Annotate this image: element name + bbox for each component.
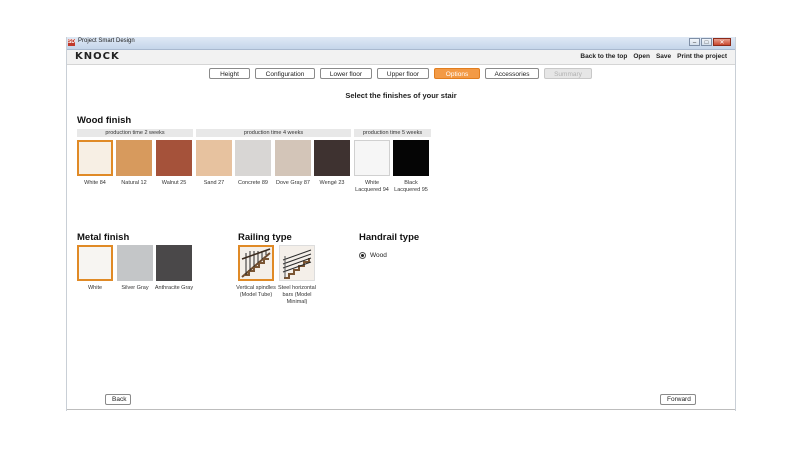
wood-swatch-8[interactable] xyxy=(393,140,429,176)
open-link[interactable]: Open xyxy=(633,53,650,60)
production-band-4-weeks: production time 4 weeks xyxy=(196,129,351,137)
vertical-spindles-icon xyxy=(240,247,272,279)
wood-swatch-label: Walnut 25 xyxy=(161,180,187,186)
wood-swatch-5[interactable] xyxy=(275,140,311,176)
app-header: KNOCK Back to the top Open Save Print th… xyxy=(67,50,735,65)
wood-swatch-label: Sand 27 xyxy=(203,180,225,186)
handrail-wood-radio[interactable]: Wood xyxy=(359,252,387,259)
railing-steel-horizontal-bars-label: Steel horizontal bars (Model Minimal) xyxy=(278,285,316,305)
wood-swatch-4[interactable] xyxy=(235,140,271,176)
radio-selected-icon[interactable] xyxy=(359,252,366,259)
wood-swatch-label: Dove Gray 87 xyxy=(276,180,310,186)
tab-upper-floor[interactable]: Upper floor xyxy=(377,68,429,79)
app-icon: SD xyxy=(68,39,75,46)
railing-steel-horizontal-bars-option[interactable] xyxy=(279,245,315,281)
railing-vertical-spindles-option[interactable] xyxy=(238,245,274,281)
maximize-icon[interactable]: □ xyxy=(701,38,712,46)
wood-swatch-6[interactable] xyxy=(314,140,350,176)
metal-swatch-2[interactable] xyxy=(156,245,192,281)
tab-accessories[interactable]: Accessories xyxy=(485,68,539,79)
tab-height[interactable]: Height xyxy=(209,68,250,79)
wood-swatch-label: White 84 xyxy=(84,180,106,186)
save-link[interactable]: Save xyxy=(656,53,671,60)
bottom-divider xyxy=(67,409,735,410)
wood-swatch-3[interactable] xyxy=(196,140,232,176)
production-band-5-weeks: production time 5 weeks xyxy=(354,129,431,137)
handrail-type-heading: Handrail type xyxy=(359,232,420,243)
handrail-wood-label: Wood xyxy=(370,252,387,259)
minimize-icon[interactable]: – xyxy=(689,38,700,46)
wood-finish-heading: Wood finish xyxy=(77,115,132,126)
metal-swatch-label: White xyxy=(87,285,103,291)
back-button[interactable]: Back xyxy=(105,394,131,405)
page-subtitle: Select the finishes of your stair xyxy=(345,91,457,100)
metal-swatch-label: Anthracite Gray xyxy=(154,285,194,291)
print-project-link[interactable]: Print the project xyxy=(677,53,727,60)
step-tabs: Height Configuration Lower floor Upper f… xyxy=(209,68,592,79)
forward-button[interactable]: Forward xyxy=(660,394,696,405)
window-title: Project Smart Design xyxy=(78,38,135,44)
railing-type-heading: Railing type xyxy=(238,232,292,243)
metal-finish-heading: Metal finish xyxy=(77,232,130,243)
top-links: Back to the top Open Save Print the proj… xyxy=(580,53,727,60)
horizontal-bars-icon xyxy=(280,246,314,280)
title-bar: SD Project Smart Design – □ ✕ xyxy=(67,37,735,50)
wood-swatch-label: Wengé 23 xyxy=(319,180,345,186)
app-window: SD Project Smart Design – □ ✕ KNOCK Back… xyxy=(66,37,736,411)
wood-swatch-label: Black Lacquered 95 xyxy=(394,180,428,193)
knock-logo: KNOCK xyxy=(75,51,120,62)
wood-swatch-0[interactable] xyxy=(77,140,113,176)
wood-swatch-label: Natural 12 xyxy=(121,180,147,186)
wood-swatch-1[interactable] xyxy=(116,140,152,176)
railing-vertical-spindles-label: Vertical spindles (Model Tube) xyxy=(236,285,276,298)
tab-lower-floor[interactable]: Lower floor xyxy=(320,68,372,79)
wood-swatch-2[interactable] xyxy=(156,140,192,176)
metal-swatch-label: Silver Gray xyxy=(121,285,149,291)
wood-swatch-label: White Lacquered 94 xyxy=(355,180,389,193)
tab-options[interactable]: Options xyxy=(434,68,480,79)
wood-swatch-label: Concrete 89 xyxy=(238,180,268,186)
close-icon[interactable]: ✕ xyxy=(713,38,731,46)
back-to-top-link[interactable]: Back to the top xyxy=(580,53,627,60)
wood-swatch-7[interactable] xyxy=(354,140,390,176)
metal-swatch-0[interactable] xyxy=(77,245,113,281)
tab-configuration[interactable]: Configuration xyxy=(255,68,315,79)
tab-summary: Summary xyxy=(544,68,592,79)
metal-swatch-1[interactable] xyxy=(117,245,153,281)
production-band-2-weeks: production time 2 weeks xyxy=(77,129,193,137)
